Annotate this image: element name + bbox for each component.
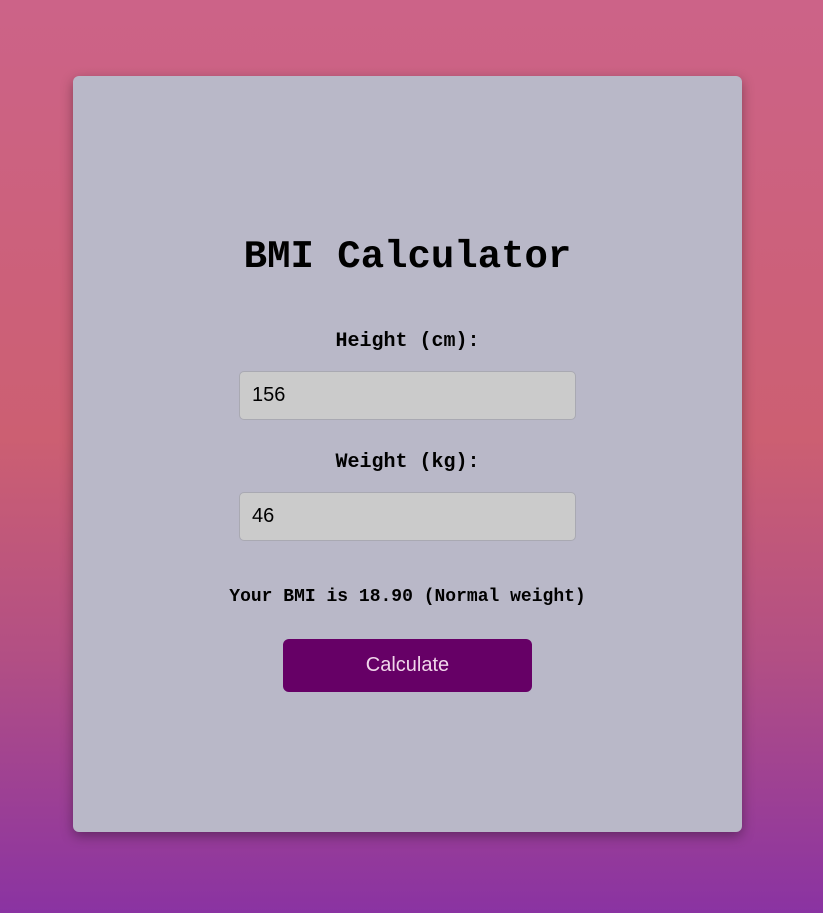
- weight-input[interactable]: [239, 492, 576, 541]
- height-input[interactable]: [239, 371, 576, 420]
- bmi-result-text: Your BMI is 18.90 (Normal weight): [229, 587, 586, 607]
- calculate-button[interactable]: Calculate: [283, 639, 532, 692]
- bmi-calculator-card: BMI Calculator Height (cm): Weight (kg):…: [73, 76, 742, 832]
- weight-label: Weight (kg):: [335, 451, 480, 474]
- page-title: BMI Calculator: [243, 235, 572, 279]
- height-label: Height (cm):: [335, 330, 480, 353]
